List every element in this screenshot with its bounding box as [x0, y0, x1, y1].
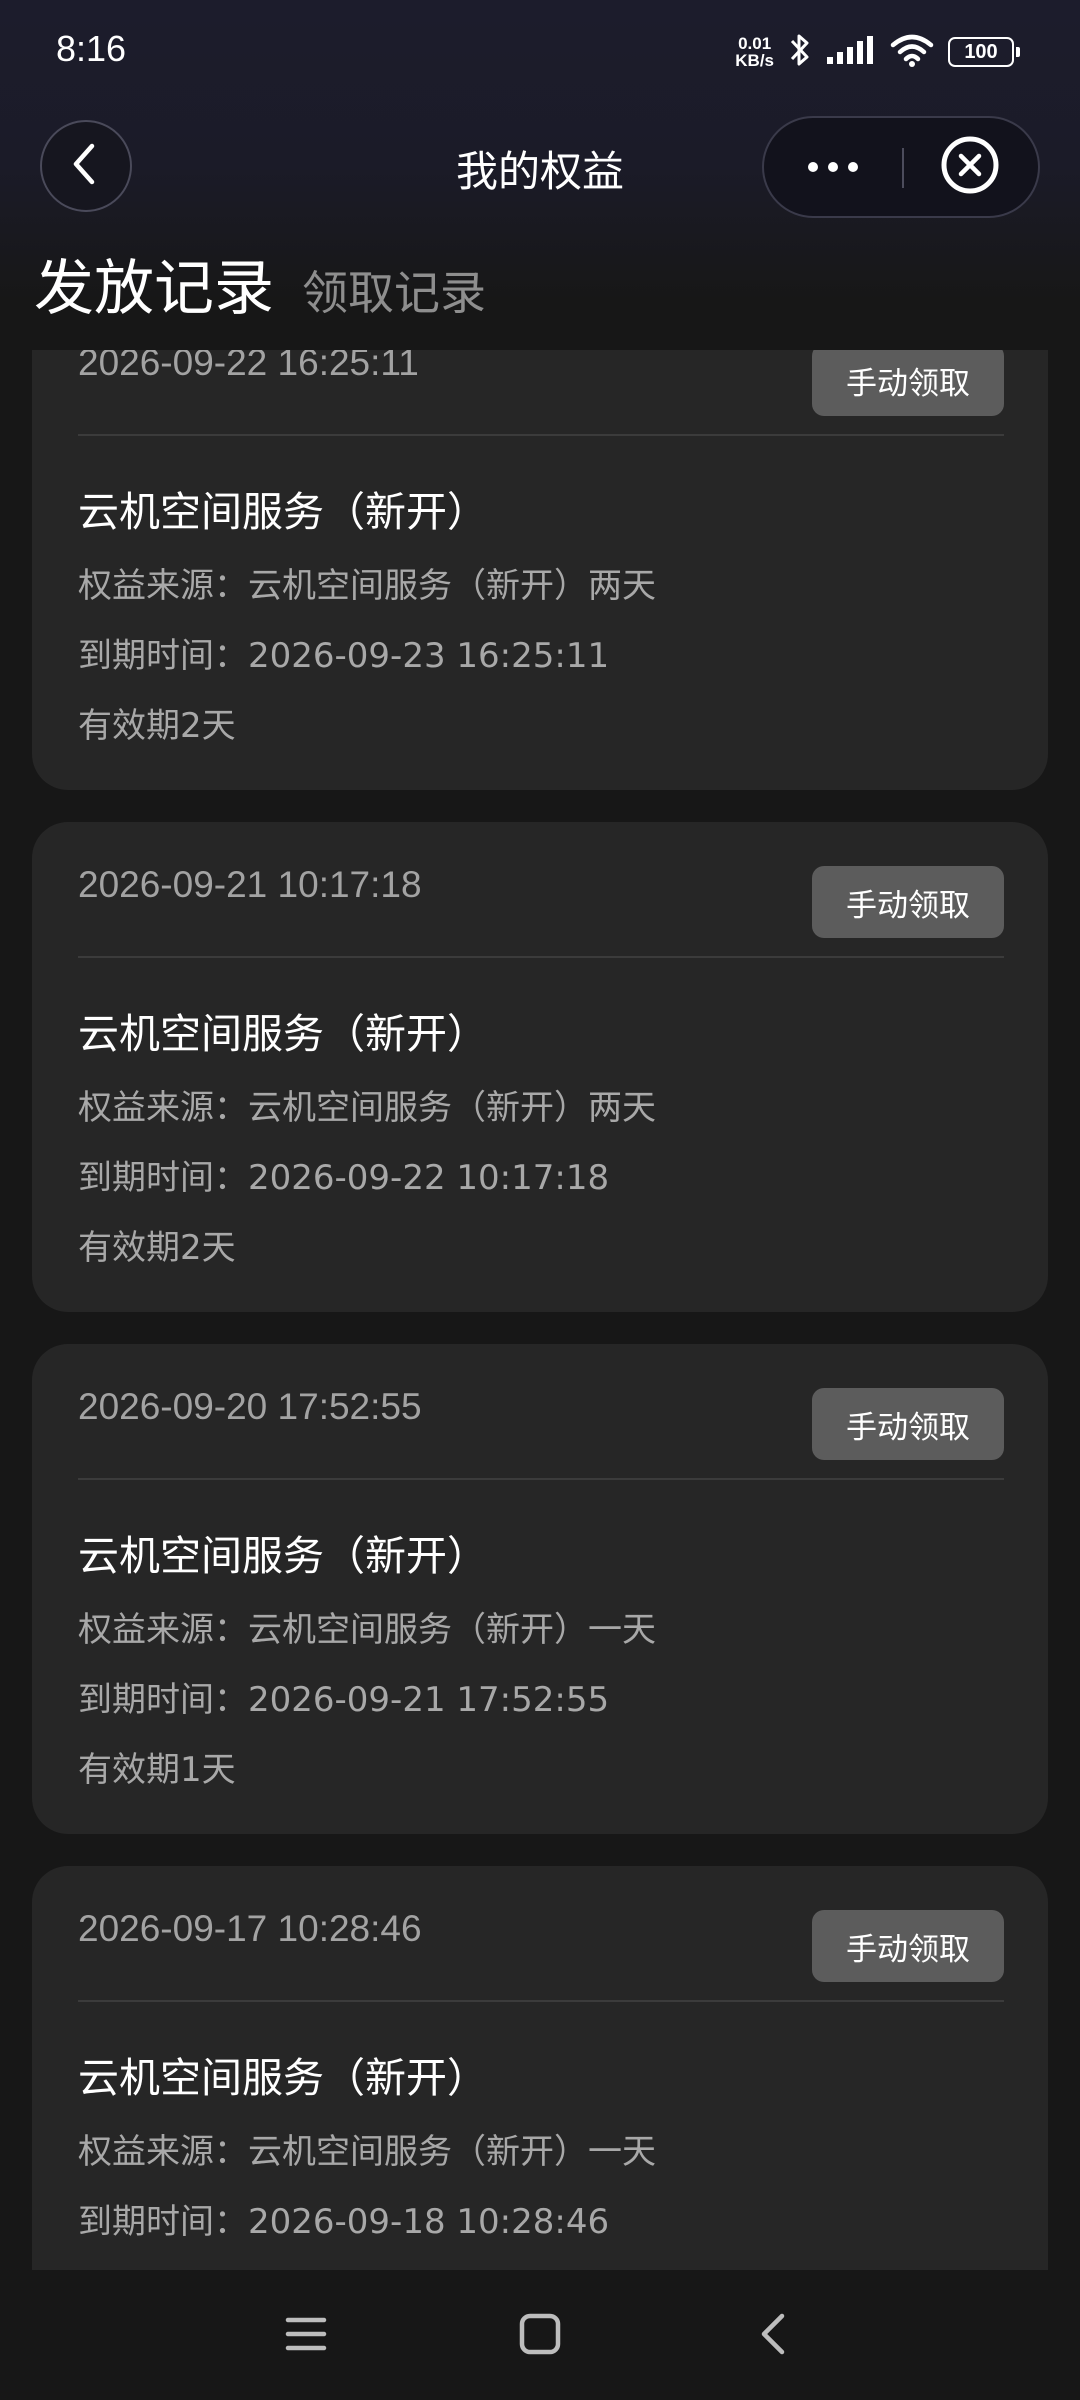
record-expire: 到期时间：2026-09-21 17:52:55: [78, 1680, 610, 1720]
manual-claim-button[interactable]: 手动领取: [812, 866, 1004, 938]
record-name: 云机空间服务（新开）: [78, 2054, 488, 2102]
close-button[interactable]: [940, 135, 1000, 199]
record-expire: 到期时间：2026-09-22 10:17:18: [78, 1158, 610, 1198]
card-divider: [78, 1478, 1004, 1480]
record-validity: 有效期1天: [78, 1750, 236, 1790]
record-name: 云机空间服务（新开）: [78, 488, 488, 536]
home-square-icon: [518, 2312, 562, 2360]
record-date: 2026-09-20 17:52:55: [78, 1386, 422, 1427]
menu-button[interactable]: [278, 2308, 334, 2364]
network-speed-unit: KB/s: [735, 51, 774, 70]
battery-icon: 100: [948, 37, 1020, 67]
close-circle-icon: [940, 135, 1000, 199]
card-divider: [78, 2000, 1004, 2002]
record-card: 2026-09-17 10:28:46 手动领取 云机空间服务（新开） 权益来源…: [32, 1866, 1048, 2270]
record-date: 2026-09-21 10:17:18: [78, 864, 422, 905]
top-nav: 我的权益: [0, 116, 1080, 220]
network-speed-value: 0.01: [738, 34, 772, 53]
manual-claim-button[interactable]: 手动领取: [812, 350, 1004, 416]
manual-claim-button[interactable]: 手动领取: [812, 1910, 1004, 1982]
record-card: 2026-09-20 17:52:55 手动领取 云机空间服务（新开） 权益来源…: [32, 1344, 1048, 1834]
record-expire: 到期时间：2026-09-23 16:25:11: [78, 636, 610, 676]
record-source: 权益来源：云机空间服务（新开）一天: [78, 2132, 656, 2172]
system-back-button[interactable]: [746, 2308, 802, 2364]
record-source: 权益来源：云机空间服务（新开）两天: [78, 566, 656, 606]
bluetooth-icon: [788, 31, 812, 73]
card-divider: [78, 956, 1004, 958]
tab-claim-records[interactable]: 领取记录: [302, 257, 486, 323]
status-bar: 8:16 0.01 KB/s 100: [0, 0, 1080, 104]
card-divider: [78, 434, 1004, 436]
mini-program-capsule: [762, 116, 1040, 218]
record-card: 2026-09-22 16:25:11 手动领取 云机空间服务（新开） 权益来源…: [32, 350, 1048, 790]
status-time: 8:16: [56, 28, 127, 69]
battery-level: 100: [964, 40, 998, 63]
record-date: 2026-09-17 10:28:46: [78, 1908, 422, 1949]
record-tabs: 发放记录 领取记录: [34, 240, 486, 324]
record-name: 云机空间服务（新开）: [78, 1532, 488, 1580]
system-nav-bar: [0, 2270, 1080, 2400]
wifi-icon: [890, 33, 934, 71]
record-source: 权益来源：云机空间服务（新开）一天: [78, 1610, 656, 1650]
more-dots-icon: [807, 158, 859, 177]
record-list[interactable]: 2026-09-22 16:25:11 手动领取 云机空间服务（新开） 权益来源…: [0, 350, 1080, 2270]
status-icons: 0.01 KB/s 100: [735, 31, 1020, 73]
more-button[interactable]: [764, 118, 902, 216]
menu-icon: [285, 2315, 327, 2357]
capsule-divider: [902, 148, 904, 188]
record-card: 2026-09-21 10:17:18 手动领取 云机空间服务（新开） 权益来源…: [32, 822, 1048, 1312]
record-expire: 到期时间：2026-09-18 10:28:46: [78, 2202, 610, 2242]
signal-icon: [826, 35, 876, 69]
manual-claim-button[interactable]: 手动领取: [812, 1388, 1004, 1460]
home-button[interactable]: [512, 2308, 568, 2364]
record-name: 云机空间服务（新开）: [78, 1010, 488, 1058]
record-date: 2026-09-22 16:25:11: [78, 350, 419, 383]
tab-issue-records[interactable]: 发放记录: [34, 240, 274, 327]
record-source: 权益来源：云机空间服务（新开）两天: [78, 1088, 656, 1128]
back-chevron-icon: [756, 2312, 792, 2360]
record-validity: 有效期2天: [78, 706, 236, 746]
network-speed: 0.01 KB/s: [735, 35, 774, 69]
record-validity: 有效期2天: [78, 1228, 236, 1268]
